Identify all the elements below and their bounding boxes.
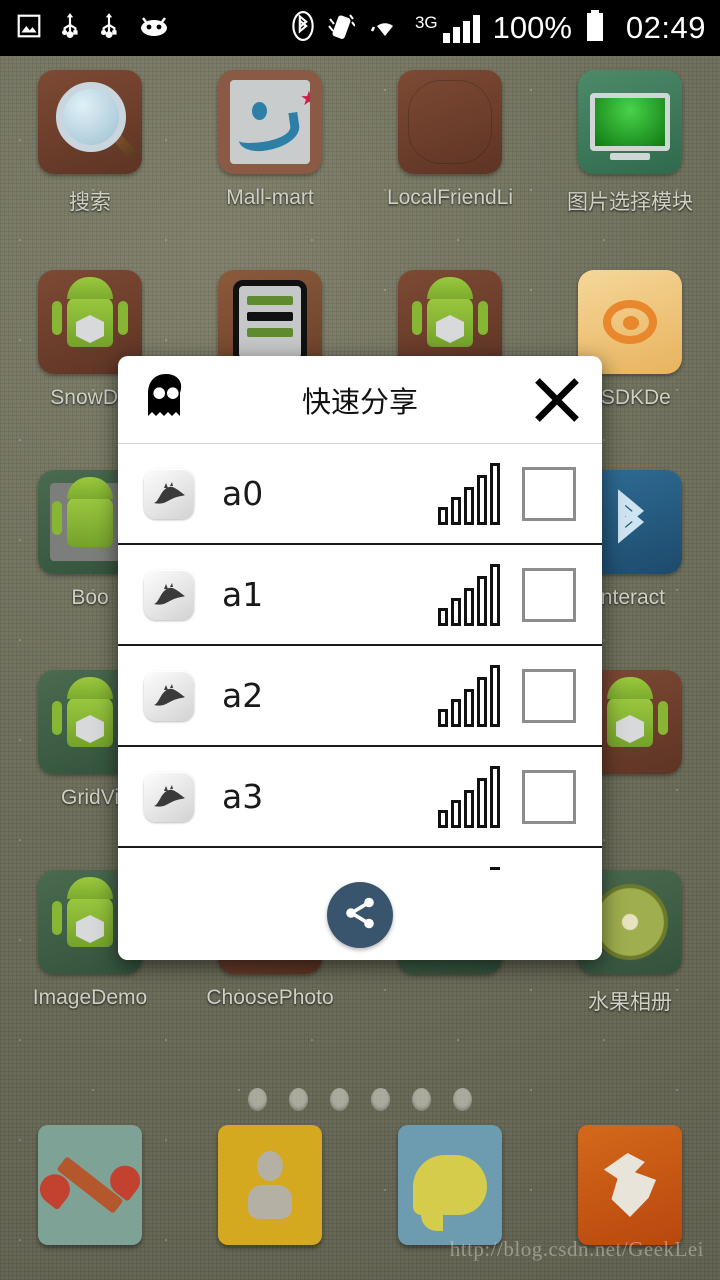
device-name-label: a1 [222, 575, 264, 614]
dock-item-sms[interactable] [360, 1120, 540, 1250]
device-avatar-icon [144, 771, 194, 822]
magnifier-app-icon[interactable] [38, 70, 142, 174]
device-avatar-icon [144, 468, 194, 519]
clock-label: 02:49 [625, 10, 706, 45]
dock-item-uc-browser[interactable] [540, 1120, 720, 1250]
ghost-icon [142, 374, 190, 425]
app-item-search[interactable]: 搜索 [0, 56, 180, 256]
dialog-header: 快速分享 [118, 356, 602, 444]
uc-browser-dock-icon[interactable] [578, 1125, 682, 1245]
dock-item-contacts[interactable] [180, 1120, 360, 1250]
device-checkbox[interactable] [522, 567, 576, 622]
app-label: 水果相册 [588, 991, 672, 1014]
phone-dock-icon[interactable] [38, 1125, 142, 1245]
signal-strength-icon [438, 462, 500, 525]
status-bar: 3G 100% 02:49 [0, 0, 720, 56]
page-dot[interactable] [248, 1088, 267, 1111]
quick-share-dialog: 快速分享 a0 a1 a2 a3 [118, 356, 602, 960]
image-icon [16, 13, 42, 44]
app-row: 搜索 ★ Mall-mart LocalFriendLi 图片选择模块 [0, 56, 720, 256]
page-dot[interactable] [371, 1088, 390, 1111]
localfriend-app-icon[interactable] [398, 70, 502, 174]
page-dot[interactable] [453, 1088, 472, 1111]
close-icon[interactable] [534, 377, 580, 423]
page-indicator [0, 1088, 720, 1111]
app-label: LocalFriendLi [386, 186, 514, 209]
network-type-label: 3G [414, 13, 438, 32]
page-dot[interactable] [330, 1088, 349, 1111]
device-checkbox[interactable] [522, 466, 576, 521]
signal-bars-icon: 3G [415, 13, 480, 43]
app-label: ImageDemo [32, 986, 148, 1009]
dock [0, 1120, 720, 1250]
wifi-icon [368, 13, 402, 44]
app-label: ChoosePhoto [206, 986, 334, 1009]
signal-strength-icon [438, 664, 500, 727]
share-icon [342, 895, 378, 936]
app-label: Boo [71, 586, 109, 609]
share-button[interactable] [327, 882, 393, 948]
app-label: Interact [594, 586, 666, 609]
device-row[interactable]: a0 [118, 444, 602, 545]
app-label: 图片选择模块 [567, 191, 693, 214]
usb-icon [98, 12, 120, 45]
signal-strength-icon [438, 563, 500, 626]
status-bar-system-icons: 3G 100% 02:49 [292, 9, 706, 47]
device-row[interactable] [118, 848, 602, 870]
app-item-mallmart[interactable]: ★ Mall-mart [180, 56, 360, 256]
device-name-label: a0 [222, 474, 264, 513]
battery-icon [585, 9, 605, 47]
device-row[interactable]: a1 [118, 545, 602, 646]
vibrate-icon [327, 11, 356, 46]
mallmart-app-icon[interactable]: ★ [218, 70, 322, 174]
watermark-label: http://blog.csdn.net/GeekLei [449, 1237, 704, 1261]
device-avatar-icon [144, 670, 194, 721]
dialog-title: 快速分享 [301, 384, 418, 419]
battery-percent-label: 100% [492, 10, 572, 45]
dialog-footer [118, 870, 602, 960]
app-item-localfriend[interactable]: LocalFriendLi [360, 56, 540, 256]
app-label: 搜索 [69, 191, 111, 214]
app-label: Mall-mart [226, 186, 314, 209]
contacts-dock-icon[interactable] [218, 1125, 322, 1245]
device-checkbox[interactable] [522, 668, 576, 723]
usb-icon [59, 12, 81, 45]
android-debug-icon [137, 14, 171, 43]
dock-item-phone[interactable] [0, 1120, 180, 1250]
bluetooth-icon [292, 10, 314, 46]
device-name-label: a2 [222, 676, 264, 715]
sms-dock-icon[interactable] [398, 1125, 502, 1245]
device-row[interactable]: a2 [118, 646, 602, 747]
device-avatar-icon [144, 569, 194, 620]
device-list[interactable]: a0 a1 a2 a3 [118, 444, 602, 870]
app-label: GridVi [61, 786, 119, 809]
device-row[interactable]: a3 [118, 747, 602, 848]
device-name-label: a3 [222, 777, 264, 816]
app-item-image-picker[interactable]: 图片选择模块 [540, 56, 720, 256]
page-dot[interactable] [289, 1088, 308, 1111]
monitor-app-icon[interactable] [578, 70, 682, 174]
signal-strength-icon [438, 765, 500, 828]
device-checkbox[interactable] [522, 769, 576, 824]
page-dot[interactable] [412, 1088, 431, 1111]
status-bar-notification-icons [16, 12, 171, 45]
